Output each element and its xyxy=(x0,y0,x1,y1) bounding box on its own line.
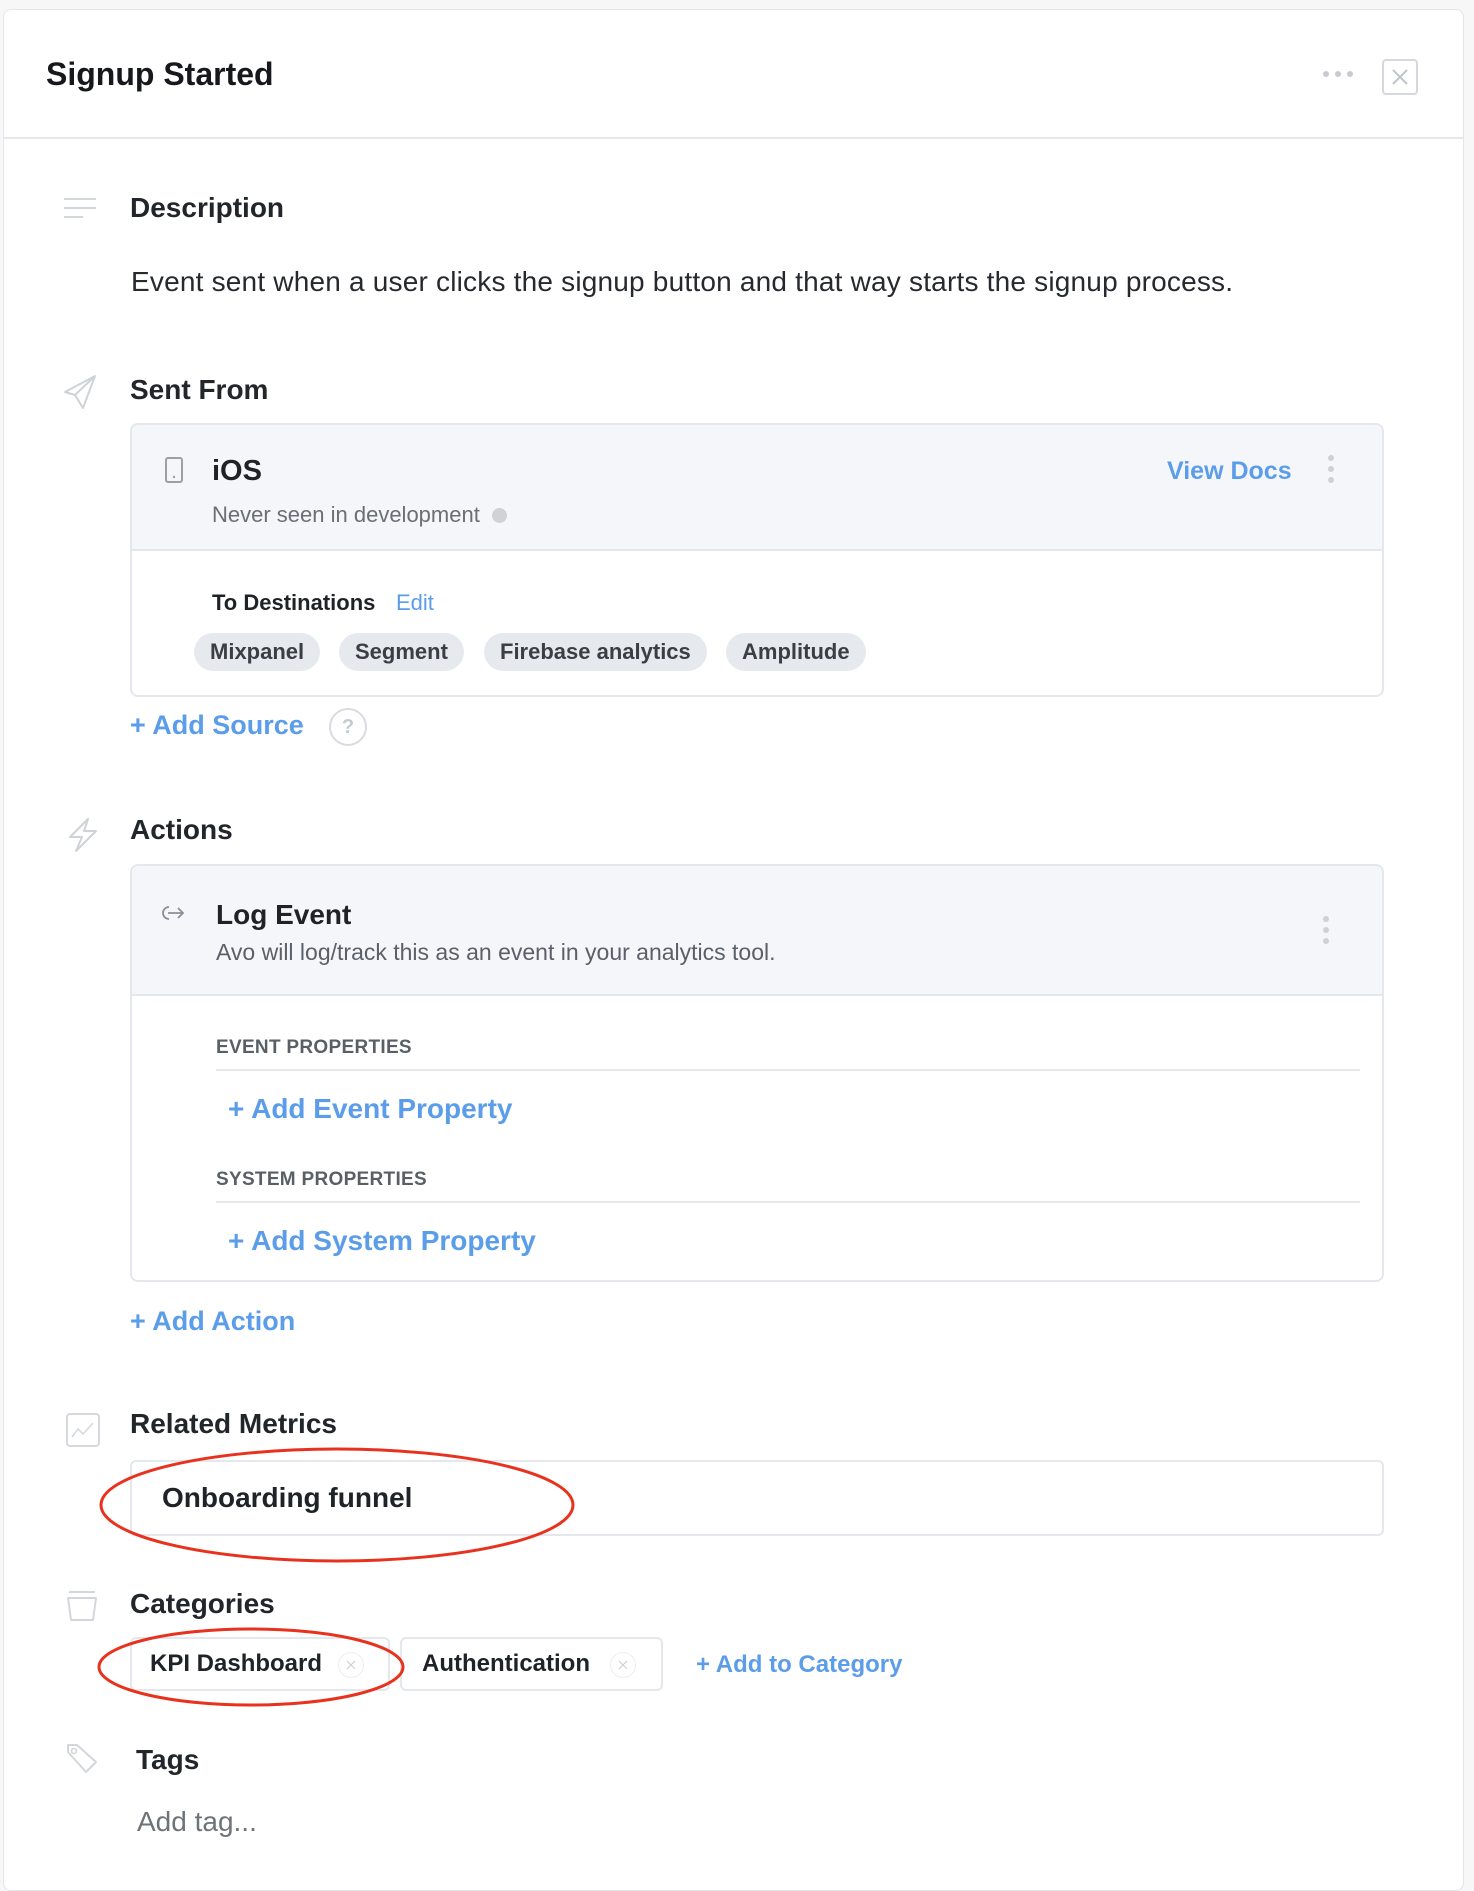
log-arrow-icon xyxy=(162,906,185,920)
action-card-header: Log Event Avo will log/track this as an … xyxy=(132,866,1382,996)
source-status: Never seen in development xyxy=(212,502,507,528)
remove-category-button[interactable] xyxy=(610,1652,636,1678)
status-dot xyxy=(491,507,507,523)
description-label: Description xyxy=(130,192,285,223)
lightning-icon xyxy=(69,818,97,852)
panel-header: Signup Started xyxy=(4,10,1463,139)
ellipsis-horizontal-icon xyxy=(1323,71,1329,77)
more-options-button[interactable] xyxy=(1323,66,1357,82)
action-card: Log Event Avo will log/track this as an … xyxy=(130,864,1384,1282)
folder-icon xyxy=(67,1591,97,1621)
remove-category-button[interactable] xyxy=(338,1652,364,1678)
sent-from-label: Sent From xyxy=(130,374,269,405)
close-icon xyxy=(618,1660,628,1670)
tags-label: Tags xyxy=(136,1744,200,1775)
add-event-property-button[interactable]: + Add Event Property xyxy=(228,1093,512,1125)
event-title: Signup Started xyxy=(46,56,274,92)
ellipsis-vertical-icon xyxy=(1323,916,1329,922)
source-status-text: Never seen in development xyxy=(212,502,480,527)
tag-icon xyxy=(67,1744,97,1773)
actions-label: Actions xyxy=(130,814,233,845)
metric-item[interactable]: Onboarding funnel xyxy=(130,1460,1384,1536)
view-docs-link[interactable]: View Docs xyxy=(1167,457,1292,486)
phone-icon xyxy=(165,457,183,483)
related-metrics-label: Related Metrics xyxy=(130,1408,337,1439)
category-chip[interactable]: KPI Dashboard xyxy=(130,1637,390,1691)
source-options-button[interactable] xyxy=(1328,455,1334,483)
edit-destinations-link[interactable]: Edit xyxy=(396,590,434,616)
divider xyxy=(216,1069,1360,1071)
system-properties-label: SYSTEM PROPERTIES xyxy=(216,1169,427,1190)
text-lines-icon xyxy=(64,198,96,218)
divider xyxy=(216,1201,1360,1203)
event-properties-label: EVENT PROPERTIES xyxy=(216,1037,412,1058)
close-icon xyxy=(346,1660,356,1670)
action-title: Log Event xyxy=(216,899,352,930)
description-text[interactable]: Event sent when a user clicks the signup… xyxy=(131,266,1233,298)
source-card-header: iOS Never seen in development View Docs xyxy=(132,425,1382,551)
action-options-button[interactable] xyxy=(1323,916,1329,944)
add-system-property-button[interactable]: + Add System Property xyxy=(228,1225,536,1257)
close-icon xyxy=(1392,69,1408,85)
add-source-button[interactable]: + Add Source xyxy=(130,710,304,741)
category-name: KPI Dashboard xyxy=(150,1650,323,1677)
chart-line-icon xyxy=(66,1413,100,1447)
category-chip[interactable]: Authentication xyxy=(400,1637,663,1691)
close-button[interactable] xyxy=(1382,59,1418,95)
add-to-category-button[interactable]: + Add to Category xyxy=(696,1651,902,1679)
source-name[interactable]: iOS xyxy=(212,455,262,488)
destinations-label: To Destinations xyxy=(212,590,376,615)
add-tag-input[interactable]: Add tag... xyxy=(137,1806,257,1838)
categories-label: Categories xyxy=(130,1588,275,1619)
question-circle-icon: ? xyxy=(341,716,355,738)
destination-pill[interactable]: Amplitude xyxy=(726,633,866,671)
add-action-button[interactable]: + Add Action xyxy=(130,1306,295,1337)
destination-pill[interactable]: Mixpanel xyxy=(194,633,321,671)
paper-plane-icon xyxy=(64,375,96,409)
event-details-panel: Signup Started Description Event sent wh… xyxy=(3,9,1464,1891)
ellipsis-vertical-icon xyxy=(1328,455,1334,461)
category-name: Authentication xyxy=(422,1650,590,1677)
metric-name: Onboarding funnel xyxy=(162,1482,413,1513)
destination-pill[interactable]: Segment xyxy=(339,633,464,671)
destination-pill[interactable]: Firebase analytics xyxy=(484,633,707,671)
help-button[interactable]: ? xyxy=(329,708,367,746)
action-description: Avo will log/track this as an event in y… xyxy=(216,939,776,965)
